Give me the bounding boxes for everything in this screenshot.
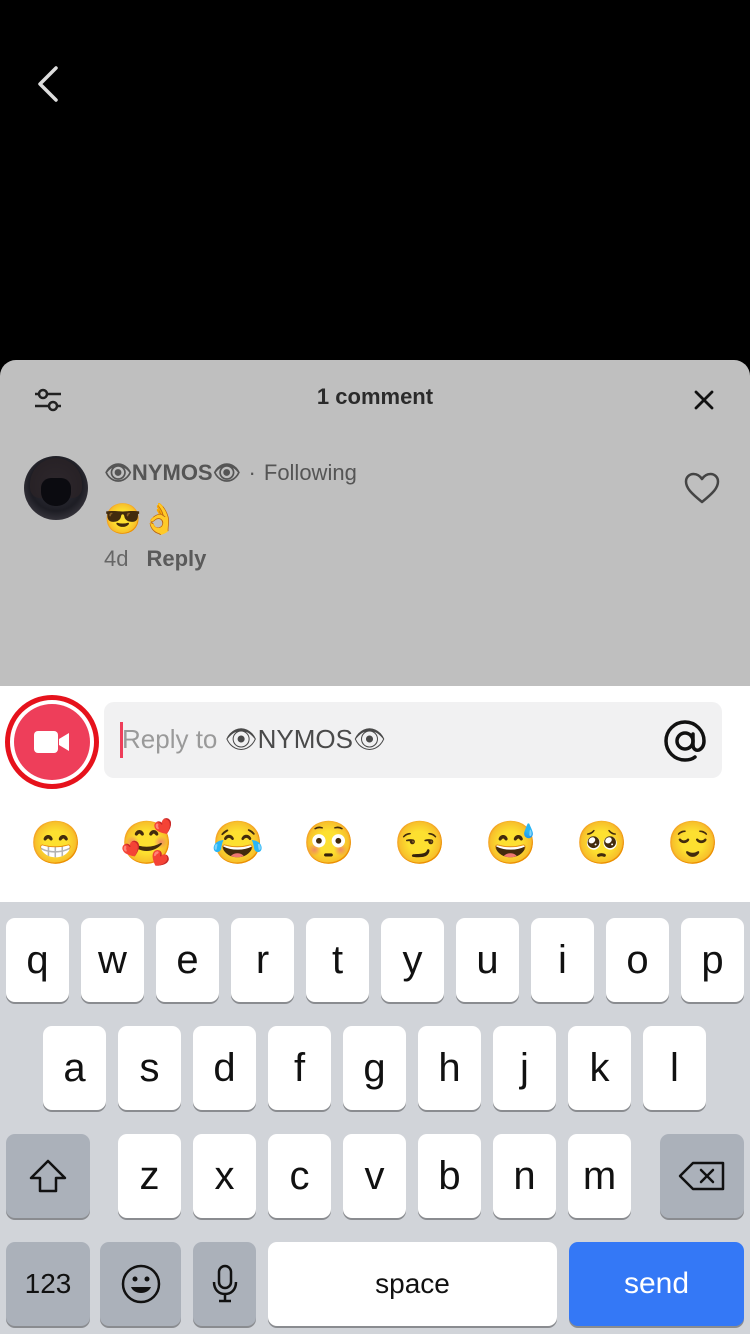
- key-d[interactable]: d: [193, 1026, 256, 1110]
- key-k[interactable]: k: [568, 1026, 631, 1110]
- emoji-suggestion[interactable]: 🥺: [571, 812, 633, 874]
- sheet-header: 1 comment: [0, 360, 750, 440]
- keyboard: q w e r t y u i o p a s d f g h j k l z …: [0, 902, 750, 1334]
- key-o[interactable]: o: [606, 918, 669, 1002]
- key-v[interactable]: v: [343, 1134, 406, 1218]
- comment-item: 👁NYMOS👁 · Following 😎👌 4d Reply: [0, 452, 750, 582]
- back-button[interactable]: [26, 56, 70, 112]
- video-reply-button[interactable]: [14, 704, 90, 780]
- microphone-icon: [212, 1264, 237, 1303]
- key-t[interactable]: t: [306, 918, 369, 1002]
- reply-button[interactable]: Reply: [146, 546, 206, 571]
- key-g[interactable]: g: [343, 1026, 406, 1110]
- chevron-left-icon: [38, 66, 58, 102]
- emoji-suggestion[interactable]: 😏: [389, 812, 451, 874]
- emoji-suggestion[interactable]: 😌: [662, 812, 724, 874]
- emoji-suggestions: 😁 🥰 😂 😳 😏 😅 🥺 😌: [0, 812, 750, 878]
- key-h[interactable]: h: [418, 1026, 481, 1110]
- key-q[interactable]: q: [6, 918, 69, 1002]
- emoji-key[interactable]: [100, 1242, 181, 1326]
- key-a[interactable]: a: [43, 1026, 106, 1110]
- key-n[interactable]: n: [493, 1134, 556, 1218]
- avatar[interactable]: [24, 456, 88, 520]
- delete-key[interactable]: [660, 1134, 744, 1218]
- numbers-key[interactable]: 123: [6, 1242, 90, 1326]
- video-camera-icon: [34, 731, 69, 753]
- backspace-icon: [678, 1161, 725, 1191]
- close-button[interactable]: [686, 382, 722, 418]
- mention-button[interactable]: [660, 716, 710, 766]
- shift-icon: [29, 1159, 67, 1193]
- comment-username[interactable]: 👁NYMOS👁: [104, 460, 241, 485]
- key-j[interactable]: j: [493, 1026, 556, 1110]
- heart-outline-icon: [684, 472, 720, 504]
- key-z[interactable]: z: [118, 1134, 181, 1218]
- send-key[interactable]: send: [569, 1242, 744, 1326]
- key-c[interactable]: c: [268, 1134, 331, 1218]
- emoji-suggestion[interactable]: 😳: [298, 812, 360, 874]
- emoji-suggestion[interactable]: 😅: [480, 812, 542, 874]
- key-y[interactable]: y: [381, 918, 444, 1002]
- at-sign-icon: [664, 720, 706, 762]
- emoji-face-icon: [121, 1264, 160, 1304]
- key-u[interactable]: u: [456, 918, 519, 1002]
- emoji-suggestion[interactable]: 😁: [25, 812, 87, 874]
- emoji-suggestion[interactable]: 😂: [207, 812, 269, 874]
- reply-composer: Reply to 👁NYMOS👁 😁 🥰 😂 😳 😏 😅 🥺 😌: [0, 686, 750, 902]
- separator-dot: ·: [248, 460, 256, 485]
- key-s[interactable]: s: [118, 1026, 181, 1110]
- mic-key[interactable]: [193, 1242, 256, 1326]
- key-b[interactable]: b: [418, 1134, 481, 1218]
- like-button[interactable]: [682, 468, 722, 508]
- key-m[interactable]: m: [568, 1134, 631, 1218]
- key-p[interactable]: p: [681, 918, 744, 1002]
- key-i[interactable]: i: [531, 918, 594, 1002]
- key-w[interactable]: w: [81, 918, 144, 1002]
- emoji-suggestion[interactable]: 🥰: [116, 812, 178, 874]
- key-x[interactable]: x: [193, 1134, 256, 1218]
- key-r[interactable]: r: [231, 918, 294, 1002]
- reply-placeholder: Reply to 👁NYMOS👁: [122, 724, 386, 755]
- placeholder-prefix: Reply to: [122, 724, 225, 754]
- close-icon: [694, 390, 714, 410]
- comment-text: 😎👌: [104, 503, 179, 536]
- comment-meta: 4d Reply: [104, 546, 206, 572]
- key-f[interactable]: f: [268, 1026, 331, 1110]
- key-e[interactable]: e: [156, 918, 219, 1002]
- comment-header: 👁NYMOS👁 · Following: [104, 460, 357, 486]
- shift-key[interactable]: [6, 1134, 90, 1218]
- reply-input[interactable]: Reply to 👁NYMOS👁: [104, 702, 722, 778]
- placeholder-name: 👁NYMOS👁: [224, 724, 386, 754]
- comment-time: 4d: [104, 546, 129, 571]
- sheet-title: 1 comment: [316, 384, 434, 409]
- comments-sheet: 1 comment 👁NYMOS👁 · Following 😎👌 4d Reply: [0, 360, 750, 686]
- following-label: Following: [263, 460, 357, 485]
- key-l[interactable]: l: [643, 1026, 706, 1110]
- space-key[interactable]: space: [268, 1242, 557, 1326]
